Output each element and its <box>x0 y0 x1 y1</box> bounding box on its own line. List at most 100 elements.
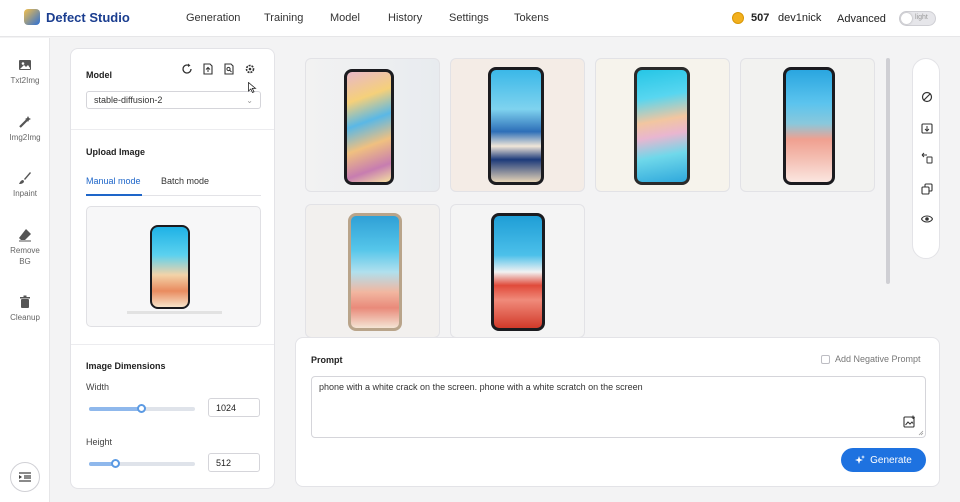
phone-image <box>348 213 402 331</box>
phone-image <box>150 225 190 309</box>
nav-tokens[interactable]: Tokens <box>514 12 564 24</box>
upload-tabs: Manual mode Batch mode <box>86 176 261 196</box>
height-slider[interactable] <box>89 459 195 468</box>
prompt-panel: Prompt Add Negative Prompt phone with a … <box>295 337 940 487</box>
collapse-menu-button[interactable] <box>10 462 40 492</box>
image-prompt-icon[interactable] <box>903 415 916 428</box>
gallery-image[interactable] <box>450 204 585 338</box>
eraser-icon <box>19 229 31 242</box>
main-nav: Generation Training Model History Settin… <box>186 12 564 24</box>
generate-label: Generate <box>870 454 912 466</box>
height-value: 512 <box>216 458 232 468</box>
brush-icon <box>19 172 31 184</box>
tab-batch-mode[interactable]: Batch mode <box>161 176 209 186</box>
divider <box>71 344 274 345</box>
phone-image <box>344 69 394 185</box>
prompt-text: phone with a white crack on the screen. … <box>319 382 643 392</box>
tool-cleanup[interactable]: Cleanup <box>0 295 50 323</box>
upload-dropzone[interactable] <box>86 206 261 327</box>
logo-mark-icon <box>24 9 40 25</box>
model-select[interactable]: stable-diffusion-2 ⌄ <box>86 91 261 109</box>
copy-icon[interactable] <box>921 183 933 195</box>
file-search-icon[interactable] <box>223 63 235 75</box>
shelf-shadow <box>127 311 222 314</box>
left-toolbar: Txt2Img Img2Img Inpaint Remove BG Cleanu… <box>0 38 50 502</box>
indent-menu-icon <box>19 472 31 482</box>
model-actions <box>181 63 256 75</box>
width-slider[interactable] <box>89 404 195 413</box>
width-value: 1024 <box>216 403 237 413</box>
tool-label: Cleanup <box>10 313 40 322</box>
tool-label: Img2Img <box>9 133 41 142</box>
generated-gallery <box>305 58 885 338</box>
nav-model[interactable]: Model <box>330 12 388 24</box>
upload-file-icon[interactable] <box>202 63 214 75</box>
height-label: Height <box>86 437 113 447</box>
tab-manual-mode[interactable]: Manual mode <box>86 176 141 186</box>
coin-icon <box>732 12 744 24</box>
width-label: Width <box>86 382 110 392</box>
prompt-title: Prompt <box>311 355 343 365</box>
sparkle-icon <box>855 455 866 464</box>
nav-history[interactable]: History <box>388 12 449 24</box>
logo[interactable]: Defect Studio <box>24 9 130 25</box>
gallery-image[interactable] <box>450 58 585 192</box>
token-count: 507 <box>751 12 770 24</box>
resize-handle-icon[interactable] <box>918 430 924 436</box>
gallery-image[interactable] <box>740 58 875 192</box>
nav-settings[interactable]: Settings <box>449 12 514 24</box>
mouse-cursor-icon <box>248 82 257 93</box>
refresh-icon[interactable] <box>181 63 193 75</box>
negative-prompt-label: Add Negative Prompt <box>835 354 921 364</box>
eye-icon[interactable] <box>921 213 933 225</box>
download-icon[interactable] <box>921 122 933 134</box>
tool-inpaint[interactable]: Inpaint <box>0 171 50 199</box>
uploaded-image-preview <box>127 219 222 319</box>
height-input[interactable]: 512 <box>208 453 260 472</box>
prompt-input[interactable]: phone with a white crack on the screen. … <box>311 376 926 438</box>
negative-prompt-checkbox[interactable] <box>821 354 830 364</box>
width-slider-fill <box>89 407 142 411</box>
height-slider-thumb[interactable] <box>111 459 120 468</box>
nav-generation[interactable]: Generation <box>186 12 264 24</box>
negative-prompt-toggle[interactable]: Add Negative Prompt <box>821 354 921 364</box>
username[interactable]: dev1nick <box>778 12 821 24</box>
tool-txt2img[interactable]: Txt2Img <box>0 58 50 86</box>
settings-panel: Model stable-diffusion-2 ⌄ Upload Image … <box>70 48 275 489</box>
right-toolbar <box>912 58 940 259</box>
top-bar: Defect Studio Generation Training Model … <box>0 0 960 37</box>
dimensions-title: Image Dimensions <box>86 361 166 371</box>
tool-img2img[interactable]: Img2Img <box>0 115 50 143</box>
magic-wand-icon <box>19 116 31 128</box>
tool-label: Inpaint <box>12 189 38 198</box>
tool-label: Txt2Img <box>10 76 40 85</box>
send-to-img2img-icon[interactable] <box>921 152 933 164</box>
gallery-image[interactable] <box>305 58 440 192</box>
gallery-scrollbar[interactable] <box>886 58 890 284</box>
clear-icon[interactable] <box>921 91 933 103</box>
divider <box>71 129 274 130</box>
tool-label: Remove BG <box>10 246 40 266</box>
nav-training[interactable]: Training <box>264 12 330 24</box>
gallery-image[interactable] <box>305 204 440 338</box>
toggle-knob <box>901 13 912 24</box>
phone-image <box>634 67 690 185</box>
gear-icon[interactable] <box>244 63 256 75</box>
tool-remove-bg[interactable]: Remove BG <box>0 228 50 267</box>
generate-button[interactable]: Generate <box>841 448 926 472</box>
theme-toggle-label: light <box>915 14 928 21</box>
phone-image <box>783 67 835 185</box>
width-slider-thumb[interactable] <box>137 404 146 413</box>
model-title: Model <box>86 70 112 80</box>
gallery-image[interactable] <box>595 58 730 192</box>
app-name: Defect Studio <box>46 9 130 25</box>
upload-title: Upload Image <box>86 147 146 157</box>
trash-icon <box>20 295 30 308</box>
model-select-value: stable-diffusion-2 <box>94 95 163 105</box>
advanced-label: Advanced <box>837 13 886 25</box>
phone-image <box>491 213 545 331</box>
theme-toggle[interactable]: light <box>899 11 936 26</box>
width-input[interactable]: 1024 <box>208 398 260 417</box>
chevron-down-icon: ⌄ <box>246 96 253 105</box>
image-icon <box>19 60 31 70</box>
